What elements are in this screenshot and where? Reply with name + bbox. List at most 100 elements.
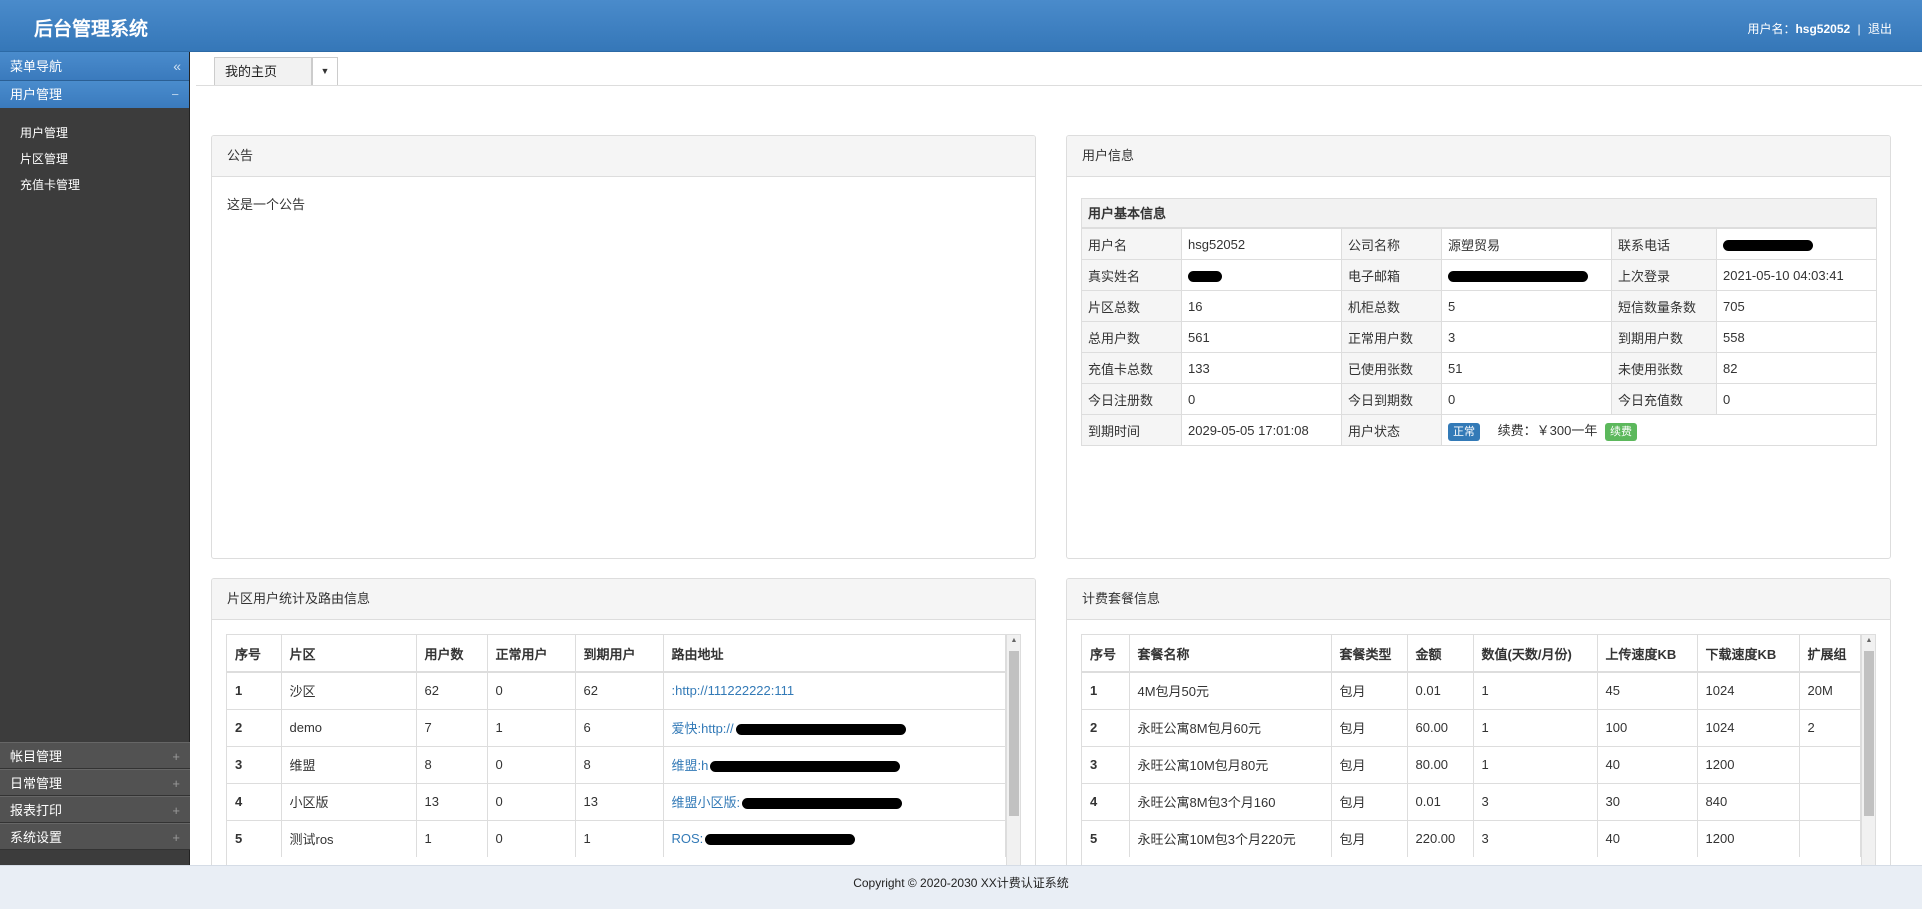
- cell-type: 包月: [1331, 708, 1408, 746]
- route-link[interactable]: :http://111222222:111: [672, 683, 795, 698]
- cell-normal: 0: [487, 745, 576, 783]
- renew-button[interactable]: 续费: [1604, 422, 1637, 441]
- sidebar-group-user-management[interactable]: 用户管理 −: [0, 81, 189, 108]
- field-label: 真实姓名: [1081, 259, 1182, 291]
- collapse-sidebar-icon[interactable]: «: [173, 52, 181, 81]
- cell-normal: 0: [487, 671, 576, 709]
- cell-value: 3: [1473, 819, 1598, 857]
- field-label: 总用户数: [1081, 321, 1182, 353]
- redaction-mark: [710, 761, 901, 773]
- scroll-up-icon[interactable]: ▲: [1007, 637, 1020, 644]
- cell-route: ROS:: [663, 819, 1006, 857]
- column-header: 到期用户: [575, 635, 664, 673]
- notice-content: 这是一个公告: [227, 197, 306, 212]
- cell-users: 1: [416, 819, 488, 857]
- cell-users: 7: [416, 708, 488, 746]
- sidebar-item-card-management[interactable]: 充值卡管理: [0, 172, 189, 198]
- cell-area: demo: [281, 708, 417, 746]
- table-row: 用户名 hsg52052 公司名称 源塑贸易 联系电话: [1081, 228, 1877, 260]
- field-label: 到期时间: [1081, 414, 1182, 446]
- field-label: 联系电话: [1611, 228, 1717, 260]
- sidebar-item-area-management[interactable]: 片区管理: [0, 146, 189, 172]
- cell-upload: 40: [1597, 745, 1698, 783]
- column-header: 下载速度KB: [1697, 635, 1800, 673]
- tab-dropdown-icon[interactable]: ▼: [312, 57, 338, 85]
- table-row: 到期时间 2029-05-05 17:01:08 用户状态 正常 续费：￥300…: [1081, 414, 1877, 446]
- column-header: 序号: [1082, 635, 1130, 673]
- table-scrollbar[interactable]: ▲: [1006, 635, 1020, 867]
- table-row: 4 小区版 13 0 13 维盟小区版:: [227, 782, 1006, 820]
- scrollbar-thumb[interactable]: [1864, 651, 1874, 816]
- table-row: 1 4M包月50元 包月 0.01 1 45 1024 20M: [1082, 671, 1861, 709]
- field-label: 今日到期数: [1341, 383, 1442, 415]
- route-link[interactable]: ROS:: [672, 831, 704, 846]
- table-row: 1 沙区 62 0 62 :http://111222222:111: [227, 671, 1006, 709]
- panel-title: 公告: [212, 136, 1035, 177]
- cell-users: 62: [416, 671, 488, 709]
- cell-upload: 45: [1597, 671, 1698, 709]
- sidebar-group-settings[interactable]: 系统设置 +: [0, 823, 190, 850]
- cell-id: 4: [227, 782, 282, 820]
- cell-ext: 20M: [1799, 671, 1861, 709]
- cell-area: 小区版: [281, 782, 417, 820]
- field-value: hsg52052: [1181, 228, 1342, 260]
- table-row: 总用户数 561 正常用户数 3 到期用户数 558: [1081, 321, 1877, 353]
- sidebar-group-daily[interactable]: 日常管理 +: [0, 769, 190, 796]
- column-header: 用户数: [416, 635, 488, 673]
- redaction-mark: [1723, 239, 1813, 251]
- table-scrollbar[interactable]: ▲: [1861, 635, 1875, 867]
- cell-id: 1: [1082, 671, 1130, 709]
- panel-title: 片区用户统计及路由信息: [212, 579, 1035, 620]
- field-value: 705: [1716, 290, 1877, 322]
- cell-route: 爱快:http://: [663, 708, 1006, 746]
- panel-title: 用户信息: [1067, 136, 1890, 177]
- table-row: 5 永旺公寓10M包3个月220元 包月 220.00 3 40 1200: [1082, 819, 1861, 857]
- field-label: 正常用户数: [1341, 321, 1442, 353]
- cell-route: :http://111222222:111: [663, 671, 1006, 709]
- user-area: 用户名：hsg52052 | 退出: [1747, 20, 1892, 37]
- cell-value: 1: [1473, 671, 1598, 709]
- field-value: 133: [1181, 352, 1342, 384]
- column-header: 上传速度KB: [1597, 635, 1698, 673]
- route-link[interactable]: 维盟小区版:: [672, 795, 741, 810]
- username-label: 用户名：: [1747, 22, 1796, 36]
- cell-route: 维盟:h: [663, 745, 1006, 783]
- scrollbar-thumb[interactable]: [1009, 651, 1019, 816]
- sidebar-item-user-management[interactable]: 用户管理: [0, 120, 189, 146]
- userinfo-table-wrap: 用户基本信息 用户名 hsg52052 公司名称 源塑贸易 联系电话 真实姓名: [1081, 198, 1877, 446]
- field-value: 5: [1441, 290, 1612, 322]
- cell-name: 4M包月50元: [1129, 671, 1332, 709]
- cell-value: 3: [1473, 782, 1598, 820]
- cell-amount: 0.01: [1407, 782, 1474, 820]
- sidebar-groups: 帐目管理 + 日常管理 + 报表打印 + 系统设置 +: [0, 742, 190, 850]
- cell-name: 永旺公寓8M包月60元: [1129, 708, 1332, 746]
- field-value: 558: [1716, 321, 1877, 353]
- scroll-up-icon[interactable]: ▲: [1862, 637, 1875, 644]
- tab-home[interactable]: 我的主页: [214, 57, 312, 85]
- sidebar-group-accounts[interactable]: 帐目管理 +: [0, 742, 190, 769]
- table-row: 2 永旺公寓8M包月60元 包月 60.00 1 100 1024 2: [1082, 708, 1861, 746]
- cell-upload: 100: [1597, 708, 1698, 746]
- field-label: 电子邮箱: [1341, 259, 1442, 291]
- sidebar: 菜单导航 « 用户管理 − 用户管理 片区管理 充值卡管理 帐目管理 + 日常管…: [0, 52, 190, 865]
- areas-table: 序号 片区 用户数 正常用户 到期用户 路由地址 1 沙区 62 0 62 :h…: [227, 635, 1006, 857]
- column-header: 套餐类型: [1331, 635, 1408, 673]
- app-title: 后台管理系统: [34, 19, 149, 40]
- field-label: 今日充值数: [1611, 383, 1717, 415]
- sidebar-items: 用户管理 片区管理 充值卡管理: [0, 108, 189, 198]
- route-link[interactable]: 维盟:h: [672, 758, 709, 773]
- field-value: 源塑贸易: [1441, 228, 1612, 260]
- redaction-mark: [705, 834, 856, 846]
- logout-link[interactable]: 退出: [1868, 22, 1892, 36]
- field-label: 公司名称: [1341, 228, 1442, 260]
- sidebar-group-reports[interactable]: 报表打印 +: [0, 796, 190, 823]
- cell-type: 包月: [1331, 782, 1408, 820]
- cell-type: 包月: [1331, 671, 1408, 709]
- sidebar-group-label: 用户管理: [10, 87, 63, 102]
- cell-ext: [1799, 745, 1861, 783]
- field-value-redacted: [1716, 228, 1877, 260]
- collapse-group-icon[interactable]: −: [171, 81, 179, 108]
- column-header: 片区: [281, 635, 417, 673]
- route-link[interactable]: 爱快:http://: [672, 721, 734, 736]
- plans-panel: 计费套餐信息 序号 套餐名称 套餐类型 金额 数值(天数/月份) 上传速度KB …: [1066, 578, 1891, 868]
